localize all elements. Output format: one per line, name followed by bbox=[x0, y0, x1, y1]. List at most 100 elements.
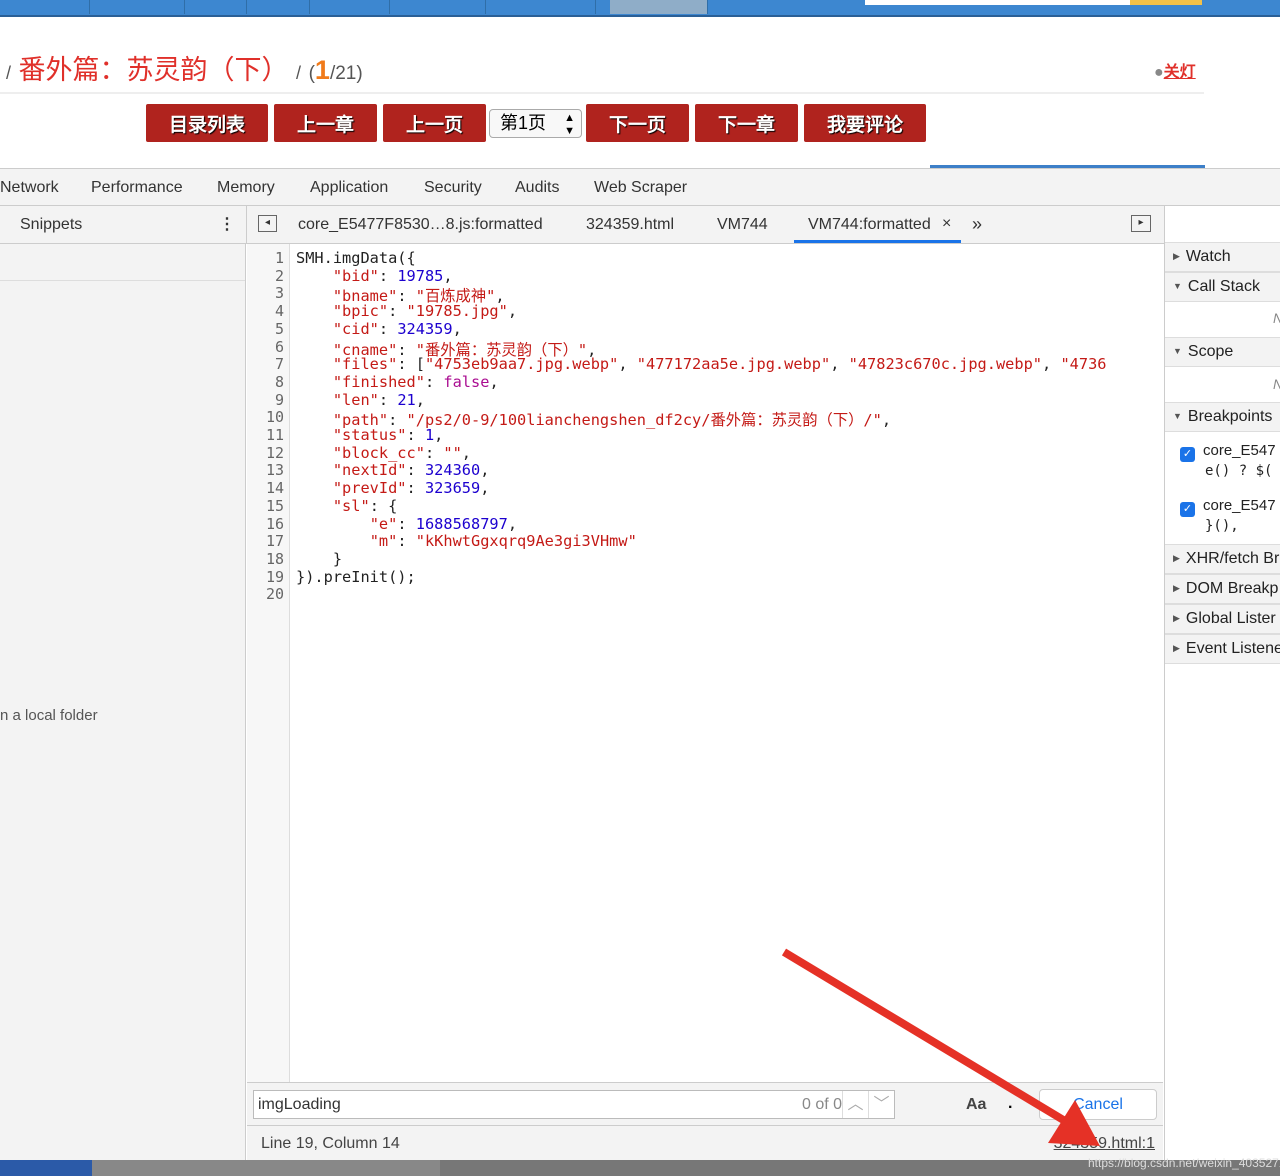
line-number[interactable]: 12 bbox=[266, 444, 284, 462]
code-token: "47823c670c.jpg.webp" bbox=[848, 355, 1043, 374]
line-number[interactable]: 18 bbox=[266, 550, 284, 568]
code-token: , bbox=[480, 479, 490, 498]
debugger-sidebar: ▶Watch ▼Call Stack N ▼Scope N ▼Breakpoin… bbox=[1164, 206, 1280, 1160]
code-token: : bbox=[406, 426, 425, 444]
line-number[interactable]: 4 bbox=[275, 302, 284, 320]
section-scope[interactable]: ▼ Scope bbox=[1165, 337, 1280, 367]
line-number[interactable]: 1 bbox=[275, 249, 284, 267]
code-token: , bbox=[507, 302, 518, 321]
prev-chapter-button[interactable]: 上一章 bbox=[274, 104, 377, 142]
tab-snippets[interactable]: Snippets bbox=[20, 216, 82, 234]
code-line: "prevId": 323659, bbox=[296, 479, 490, 498]
line-number[interactable]: 5 bbox=[275, 320, 284, 338]
code-token: , bbox=[452, 319, 462, 338]
code-token: "block_cc" bbox=[332, 443, 425, 462]
tab-audits[interactable]: Audits bbox=[515, 179, 559, 197]
regex-button[interactable]: . bbox=[1008, 1095, 1012, 1113]
code-token: : bbox=[378, 319, 398, 338]
section-watch[interactable]: ▶ Watch bbox=[1165, 242, 1280, 272]
chevron-down-icon[interactable]: ﹀ bbox=[868, 1091, 894, 1118]
file-tab-active[interactable]: VM744:formatted bbox=[808, 216, 931, 234]
code-token: , bbox=[415, 390, 425, 409]
code-token: "kKhwtGgxqrq9Ae3gi3VHmw" bbox=[415, 532, 637, 551]
more-icon[interactable]: ⋮ bbox=[219, 214, 235, 234]
line-number[interactable]: 13 bbox=[266, 461, 284, 479]
line-number[interactable]: 6 bbox=[275, 338, 284, 356]
filesystem-hint: n a local folder bbox=[0, 707, 98, 724]
line-number[interactable]: 3 bbox=[275, 284, 284, 302]
section-xhr-breakpoints[interactable]: ▶ XHR/fetch Br bbox=[1165, 544, 1280, 574]
search-input[interactable]: imgLoading 0 of 0 ︿ ﹀ bbox=[253, 1090, 895, 1119]
code-line: "finished": false, bbox=[296, 373, 499, 391]
line-number[interactable]: 20 bbox=[266, 585, 284, 603]
line-number[interactable]: 19 bbox=[266, 568, 284, 586]
file-tab[interactable]: core_E5477F8530…8.js:formatted bbox=[298, 216, 543, 234]
section-global-listeners[interactable]: ▶ Global Lister bbox=[1165, 604, 1280, 634]
breakpoint-item[interactable]: ✓ core_E547}(), bbox=[1180, 497, 1276, 534]
code-token: : bbox=[388, 302, 407, 321]
line-number[interactable]: 8 bbox=[275, 373, 284, 391]
code-token: 19785 bbox=[397, 266, 444, 285]
toggle-debugger-icon[interactable]: ▸ bbox=[1131, 215, 1151, 232]
line-number[interactable]: 7 bbox=[275, 355, 284, 373]
line-number[interactable]: 10 bbox=[266, 408, 284, 426]
section-dom-breakpoints[interactable]: ▶ DOM Breakp bbox=[1165, 574, 1280, 604]
tab-network[interactable]: Network bbox=[0, 179, 59, 197]
prev-page-button[interactable]: 上一页 bbox=[383, 104, 486, 142]
toggle-navigator-icon[interactable]: ◂ bbox=[258, 215, 277, 232]
bulb-icon: ● bbox=[1154, 64, 1164, 81]
tab-application[interactable]: Application bbox=[310, 179, 388, 197]
next-chapter-button[interactable]: 下一章 bbox=[695, 104, 798, 142]
code-line: SMH.imgData({ bbox=[296, 249, 416, 267]
code-token: SMH.imgData({ bbox=[296, 249, 416, 267]
comment-button[interactable]: 我要评论 bbox=[804, 104, 926, 142]
tab-memory[interactable]: Memory bbox=[217, 179, 275, 197]
triangle-right-icon: ▶ bbox=[1173, 613, 1180, 623]
tab-performance[interactable]: Performance bbox=[91, 179, 183, 197]
tab-security[interactable]: Security bbox=[424, 179, 482, 197]
section-call-stack[interactable]: ▼ Call Stack bbox=[1165, 272, 1280, 302]
close-icon[interactable]: × bbox=[942, 215, 951, 233]
line-number[interactable]: 11 bbox=[266, 426, 284, 444]
code-token: 324360 bbox=[424, 461, 481, 480]
lights-off-link[interactable]: ●关灯 bbox=[1154, 58, 1196, 82]
line-number[interactable]: 14 bbox=[266, 479, 284, 497]
sources-toolbar: Snippets ⋮ ◂ core_E5477F8530…8.js:format… bbox=[0, 206, 1280, 244]
code-token: "/ps2/0-9/100lianchengshen_df2cy/番外篇：苏灵韵… bbox=[406, 411, 882, 430]
code-token: "prevId" bbox=[332, 479, 407, 498]
toc-button[interactable]: 目录列表 bbox=[146, 104, 268, 142]
match-case-button[interactable]: Aa bbox=[966, 1096, 986, 1114]
line-number[interactable]: 2 bbox=[275, 267, 284, 285]
code-token: : bbox=[424, 443, 444, 462]
triangle-right-icon: ▶ bbox=[1173, 553, 1180, 563]
code-token: "e" bbox=[369, 514, 398, 533]
line-number[interactable]: 15 bbox=[266, 497, 284, 515]
tab-web-scraper[interactable]: Web Scraper bbox=[594, 179, 687, 197]
file-tab[interactable]: 324359.html bbox=[586, 216, 674, 234]
section-breakpoints[interactable]: ▼ Breakpoints bbox=[1165, 402, 1280, 432]
breakpoint-item[interactable]: ✓ core_E547 e() ? $( bbox=[1180, 442, 1276, 479]
code-line: "e": 1688568797, bbox=[296, 515, 517, 533]
line-number[interactable]: 9 bbox=[275, 391, 284, 409]
line-number[interactable]: 17 bbox=[266, 532, 284, 550]
line-number[interactable]: 16 bbox=[266, 515, 284, 533]
chevron-up-icon[interactable]: ︿ bbox=[842, 1091, 868, 1118]
browser-top-bar bbox=[0, 0, 1280, 17]
code-token: false bbox=[443, 372, 490, 391]
page-select[interactable]: 第1页 ▲ ▼ bbox=[489, 109, 582, 138]
checkbox-checked-icon[interactable]: ✓ bbox=[1180, 447, 1195, 462]
cancel-button[interactable]: Cancel bbox=[1039, 1089, 1157, 1120]
code-editor[interactable]: 1 2 3 4 5 6 7 8 9 10 11 12 13 14 15 16 17 18 19 20 SMH.imgD… bbox=[247, 244, 1163, 1082]
file-tab[interactable]: VM744 bbox=[717, 216, 768, 234]
source-link[interactable]: 324359.html:1 bbox=[1054, 1135, 1155, 1153]
active-tab-indicator bbox=[794, 240, 961, 243]
checkbox-checked-icon[interactable]: ✓ bbox=[1180, 502, 1195, 517]
code-token: , bbox=[881, 411, 892, 430]
chevron-double-right-icon[interactable]: » bbox=[972, 214, 982, 235]
next-page-button[interactable]: 下一页 bbox=[586, 104, 689, 142]
section-event-listeners[interactable]: ▶ Event Listene bbox=[1165, 634, 1280, 664]
code-line: "m": "kKhwtGgxqrq9Ae3gi3VHmw" bbox=[296, 532, 637, 550]
code-token: , bbox=[434, 426, 444, 444]
